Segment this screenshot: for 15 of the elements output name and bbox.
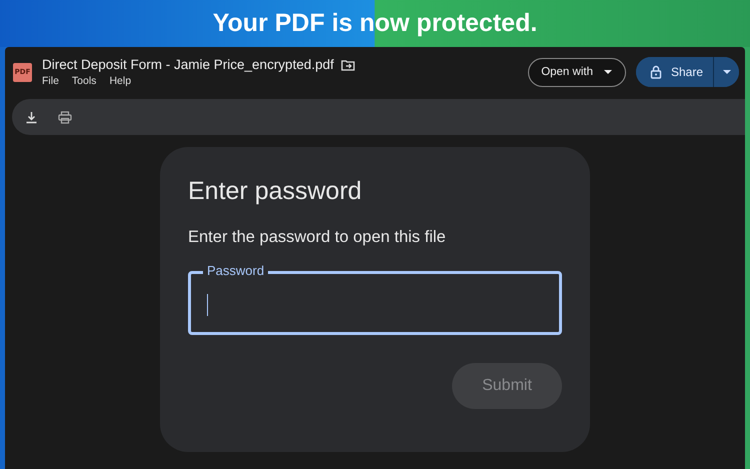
menu-item[interactable]: Help [109, 75, 132, 87]
caret-icon [602, 69, 613, 75]
dialog-message: Enter the password to open this file [188, 228, 447, 247]
open-with-button[interactable]: Open with [528, 58, 626, 86]
lock-icon [650, 65, 662, 79]
menu-item[interactable]: Tools [72, 75, 96, 87]
share-options-button[interactable] [713, 57, 739, 87]
field-label: Password [203, 263, 268, 278]
download-icon[interactable] [25, 110, 38, 124]
menu-item[interactable]: File [42, 75, 59, 87]
folder-icon[interactable] [340, 58, 355, 70]
dialog-title: Enter password [188, 177, 363, 206]
caret-icon [722, 70, 730, 74]
window-title: Direct Deposit Form - Jamie Price_encrypted.pdf [42, 57, 334, 72]
print-icon[interactable] [58, 110, 72, 124]
